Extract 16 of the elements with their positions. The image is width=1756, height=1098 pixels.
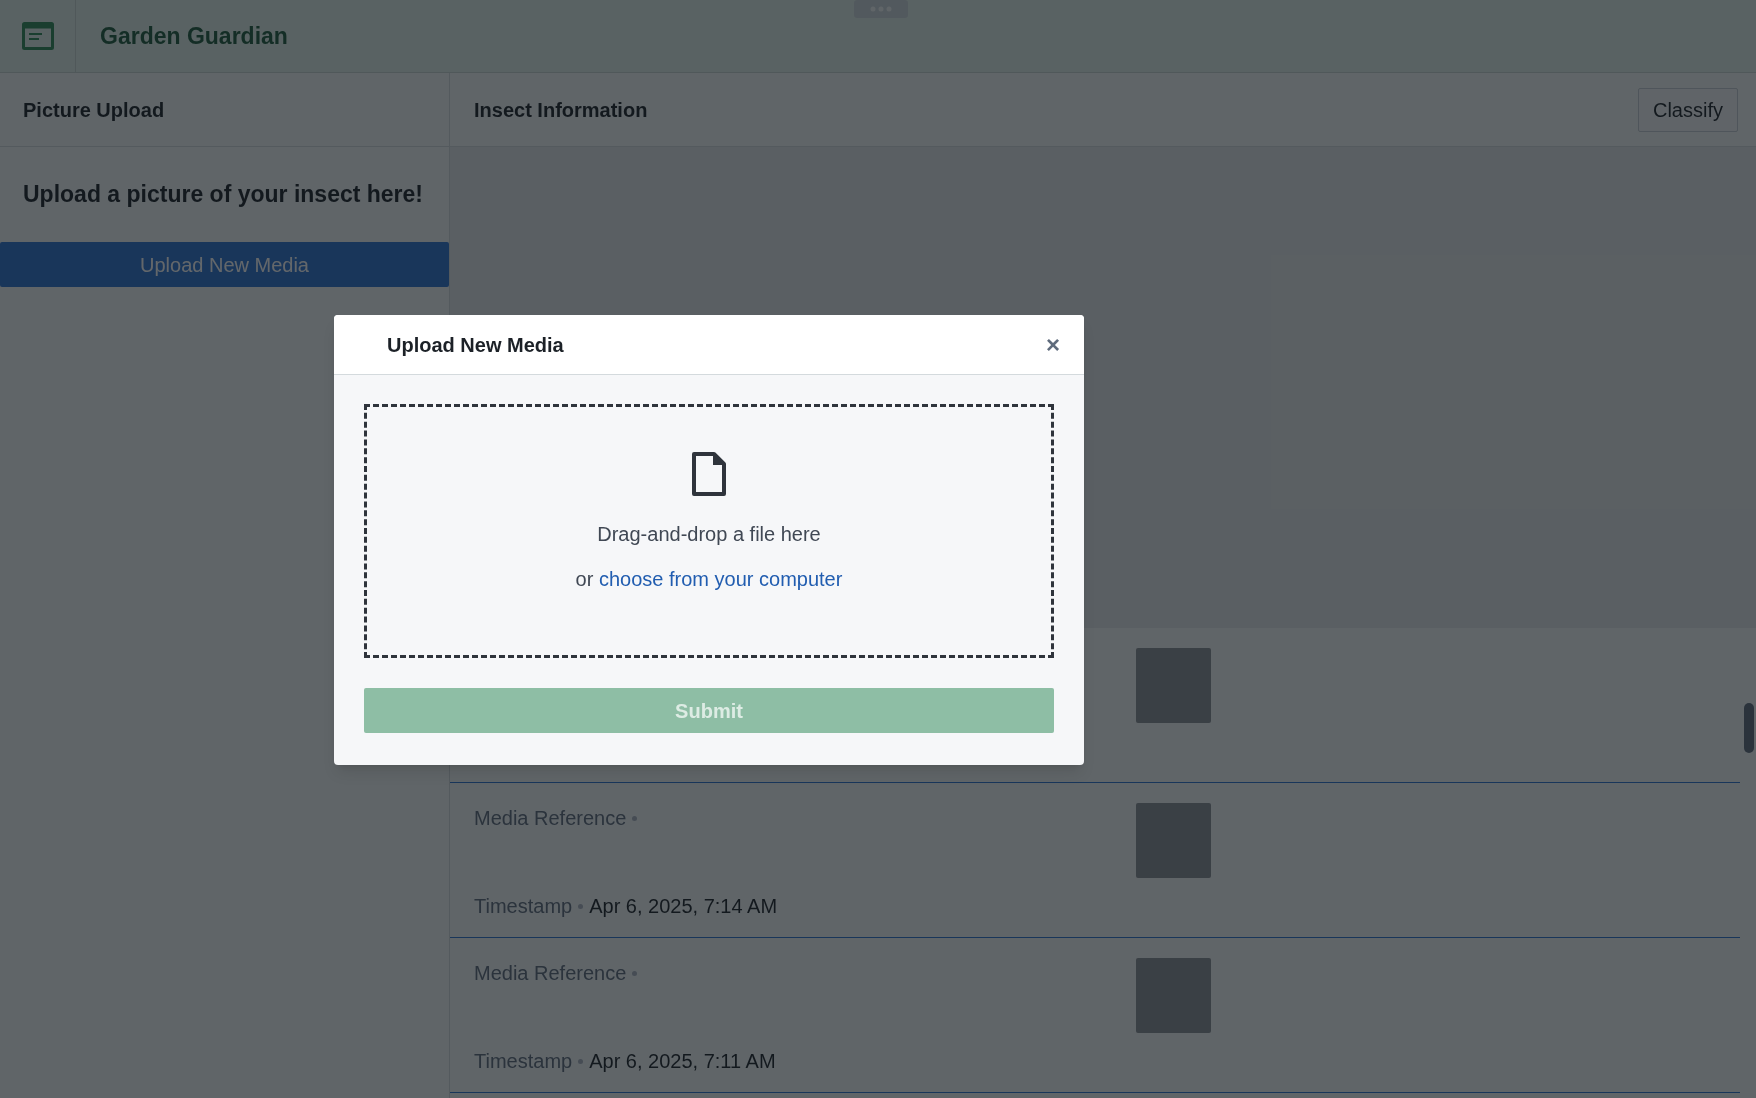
upload-heading: Upload a picture of your insect here! (23, 180, 424, 210)
panel-title: Insect Information (474, 97, 648, 123)
dialog-title: Upload New Media (387, 332, 564, 358)
file-icon (691, 451, 727, 497)
drop-zone[interactable]: Drag-and-drop a file here or choose from your computer (364, 404, 1054, 658)
timestamp-value: Apr 6, 2025, 7:11 AM (589, 1049, 776, 1074)
scrollbar[interactable] (1744, 703, 1754, 753)
panel-title: Picture Upload (23, 97, 165, 123)
browse-text: or choose from your computer (575, 567, 843, 592)
timestamp-value: Apr 6, 2025, 7:14 AM (589, 894, 778, 919)
close-button[interactable]: × (1046, 332, 1060, 357)
classify-button[interactable]: Classify (1638, 87, 1738, 132)
window-icon (21, 22, 54, 50)
app-title: Garden Guardian (100, 21, 288, 51)
browse-link[interactable]: choose from your computer (598, 568, 843, 590)
drop-instructions: Drag-and-drop a file here (597, 522, 821, 547)
